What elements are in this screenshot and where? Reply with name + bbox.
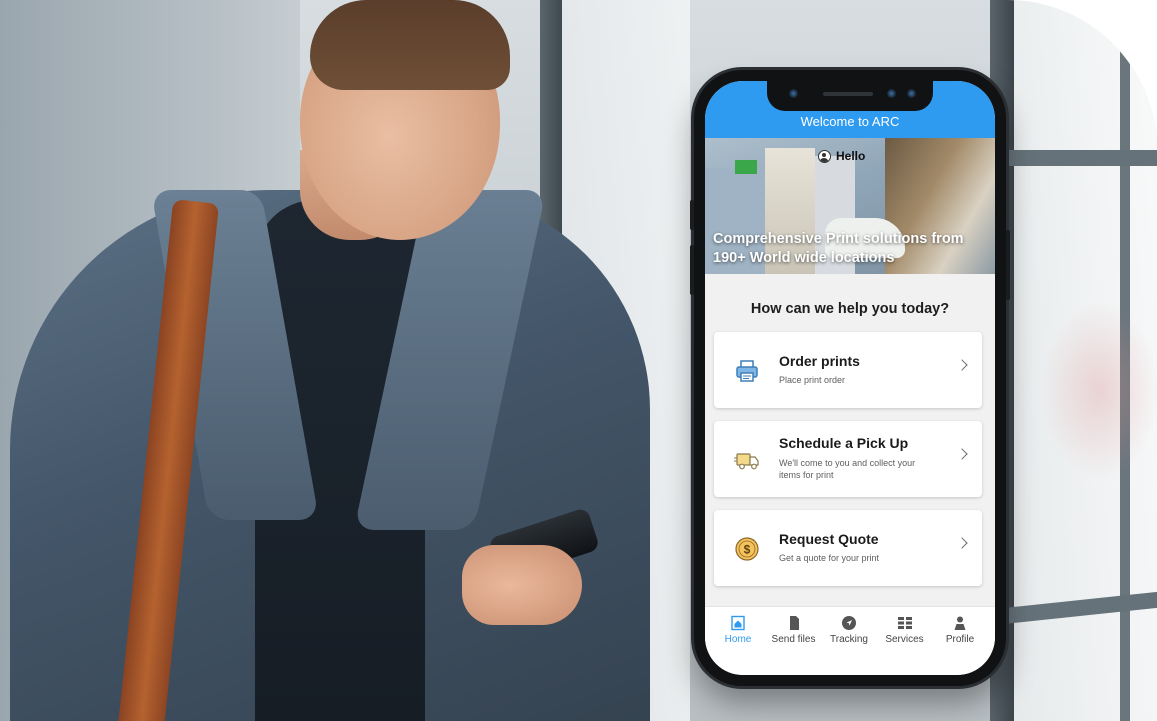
- tab-tracking[interactable]: Tracking: [822, 615, 876, 675]
- greeting-text: Hello: [836, 149, 866, 163]
- chevron-right-icon: [956, 448, 968, 460]
- bottom-tab-bar: Home Send files Tracking Services Profil…: [705, 606, 995, 675]
- card-title: Request Quote: [779, 531, 879, 547]
- order-prints-card[interactable]: Order prints Place print order: [714, 332, 982, 408]
- person-hand: [462, 545, 582, 625]
- exit-sign-icon: [735, 160, 757, 174]
- photo-window-rail: [1000, 150, 1157, 166]
- card-subtitle: Get a quote for your print: [779, 553, 880, 563]
- person-icon: [954, 616, 966, 630]
- photo-light-glow: [1040, 300, 1157, 480]
- chevron-right-icon: [956, 537, 968, 549]
- tab-label: Services: [885, 634, 924, 645]
- sensor-icon: [907, 89, 916, 98]
- phone-mockup: Welcome to ARC Hello Comprehensive Print…: [690, 70, 1010, 686]
- card-title: Schedule a Pick Up: [779, 435, 909, 451]
- chevron-right-icon: [956, 359, 968, 371]
- camera-icon: [789, 89, 798, 98]
- tab-label: Send files: [771, 634, 816, 645]
- svg-text:$: $: [744, 543, 751, 557]
- phone-notch: [767, 81, 933, 111]
- person-hair: [310, 0, 510, 90]
- printer-icon: [736, 360, 758, 382]
- tab-services[interactable]: Services: [878, 615, 932, 675]
- banner-tagline: Comprehensive Print solutions from 190+ …: [713, 231, 964, 266]
- user-avatar-icon: [818, 149, 831, 163]
- grid-list-icon: [897, 617, 912, 629]
- location-arrow-icon: [842, 616, 856, 630]
- help-heading: How can we help you today?: [750, 301, 950, 317]
- tab-label: Tracking: [830, 634, 868, 645]
- dollar-coin-icon: $: [735, 537, 759, 561]
- app-header-title: Welcome to ARC: [800, 114, 900, 129]
- hero-banner: Hello Comprehensive Print solutions from…: [705, 138, 995, 274]
- delivery-truck-icon: [734, 453, 759, 470]
- phone-volume-button: [690, 200, 694, 230]
- tab-profile[interactable]: Profile: [933, 615, 987, 675]
- schedule-pickup-card[interactable]: Schedule a Pick Up We'll come to you and…: [714, 421, 982, 497]
- phone-volume-button: [690, 245, 694, 295]
- phone-screen: Welcome to ARC Hello Comprehensive Print…: [705, 81, 995, 675]
- request-quote-card[interactable]: $ Request Quote Get a quote for your pri…: [714, 510, 982, 586]
- card-title: Order prints: [779, 353, 860, 369]
- greeting: Hello: [818, 149, 865, 163]
- phone-power-button: [1006, 230, 1010, 300]
- tab-label: Profile: [945, 634, 975, 645]
- speaker-grille: [823, 92, 873, 96]
- sensor-icon: [887, 89, 896, 98]
- tab-home[interactable]: Home: [711, 615, 765, 675]
- card-subtitle: Place print order: [779, 375, 846, 385]
- home-icon: [731, 615, 745, 631]
- file-icon: [789, 616, 799, 630]
- tab-label: Home: [724, 634, 752, 645]
- card-subtitle: We'll come to you and collect your items…: [779, 458, 916, 480]
- tab-send-files[interactable]: Send files: [767, 615, 821, 675]
